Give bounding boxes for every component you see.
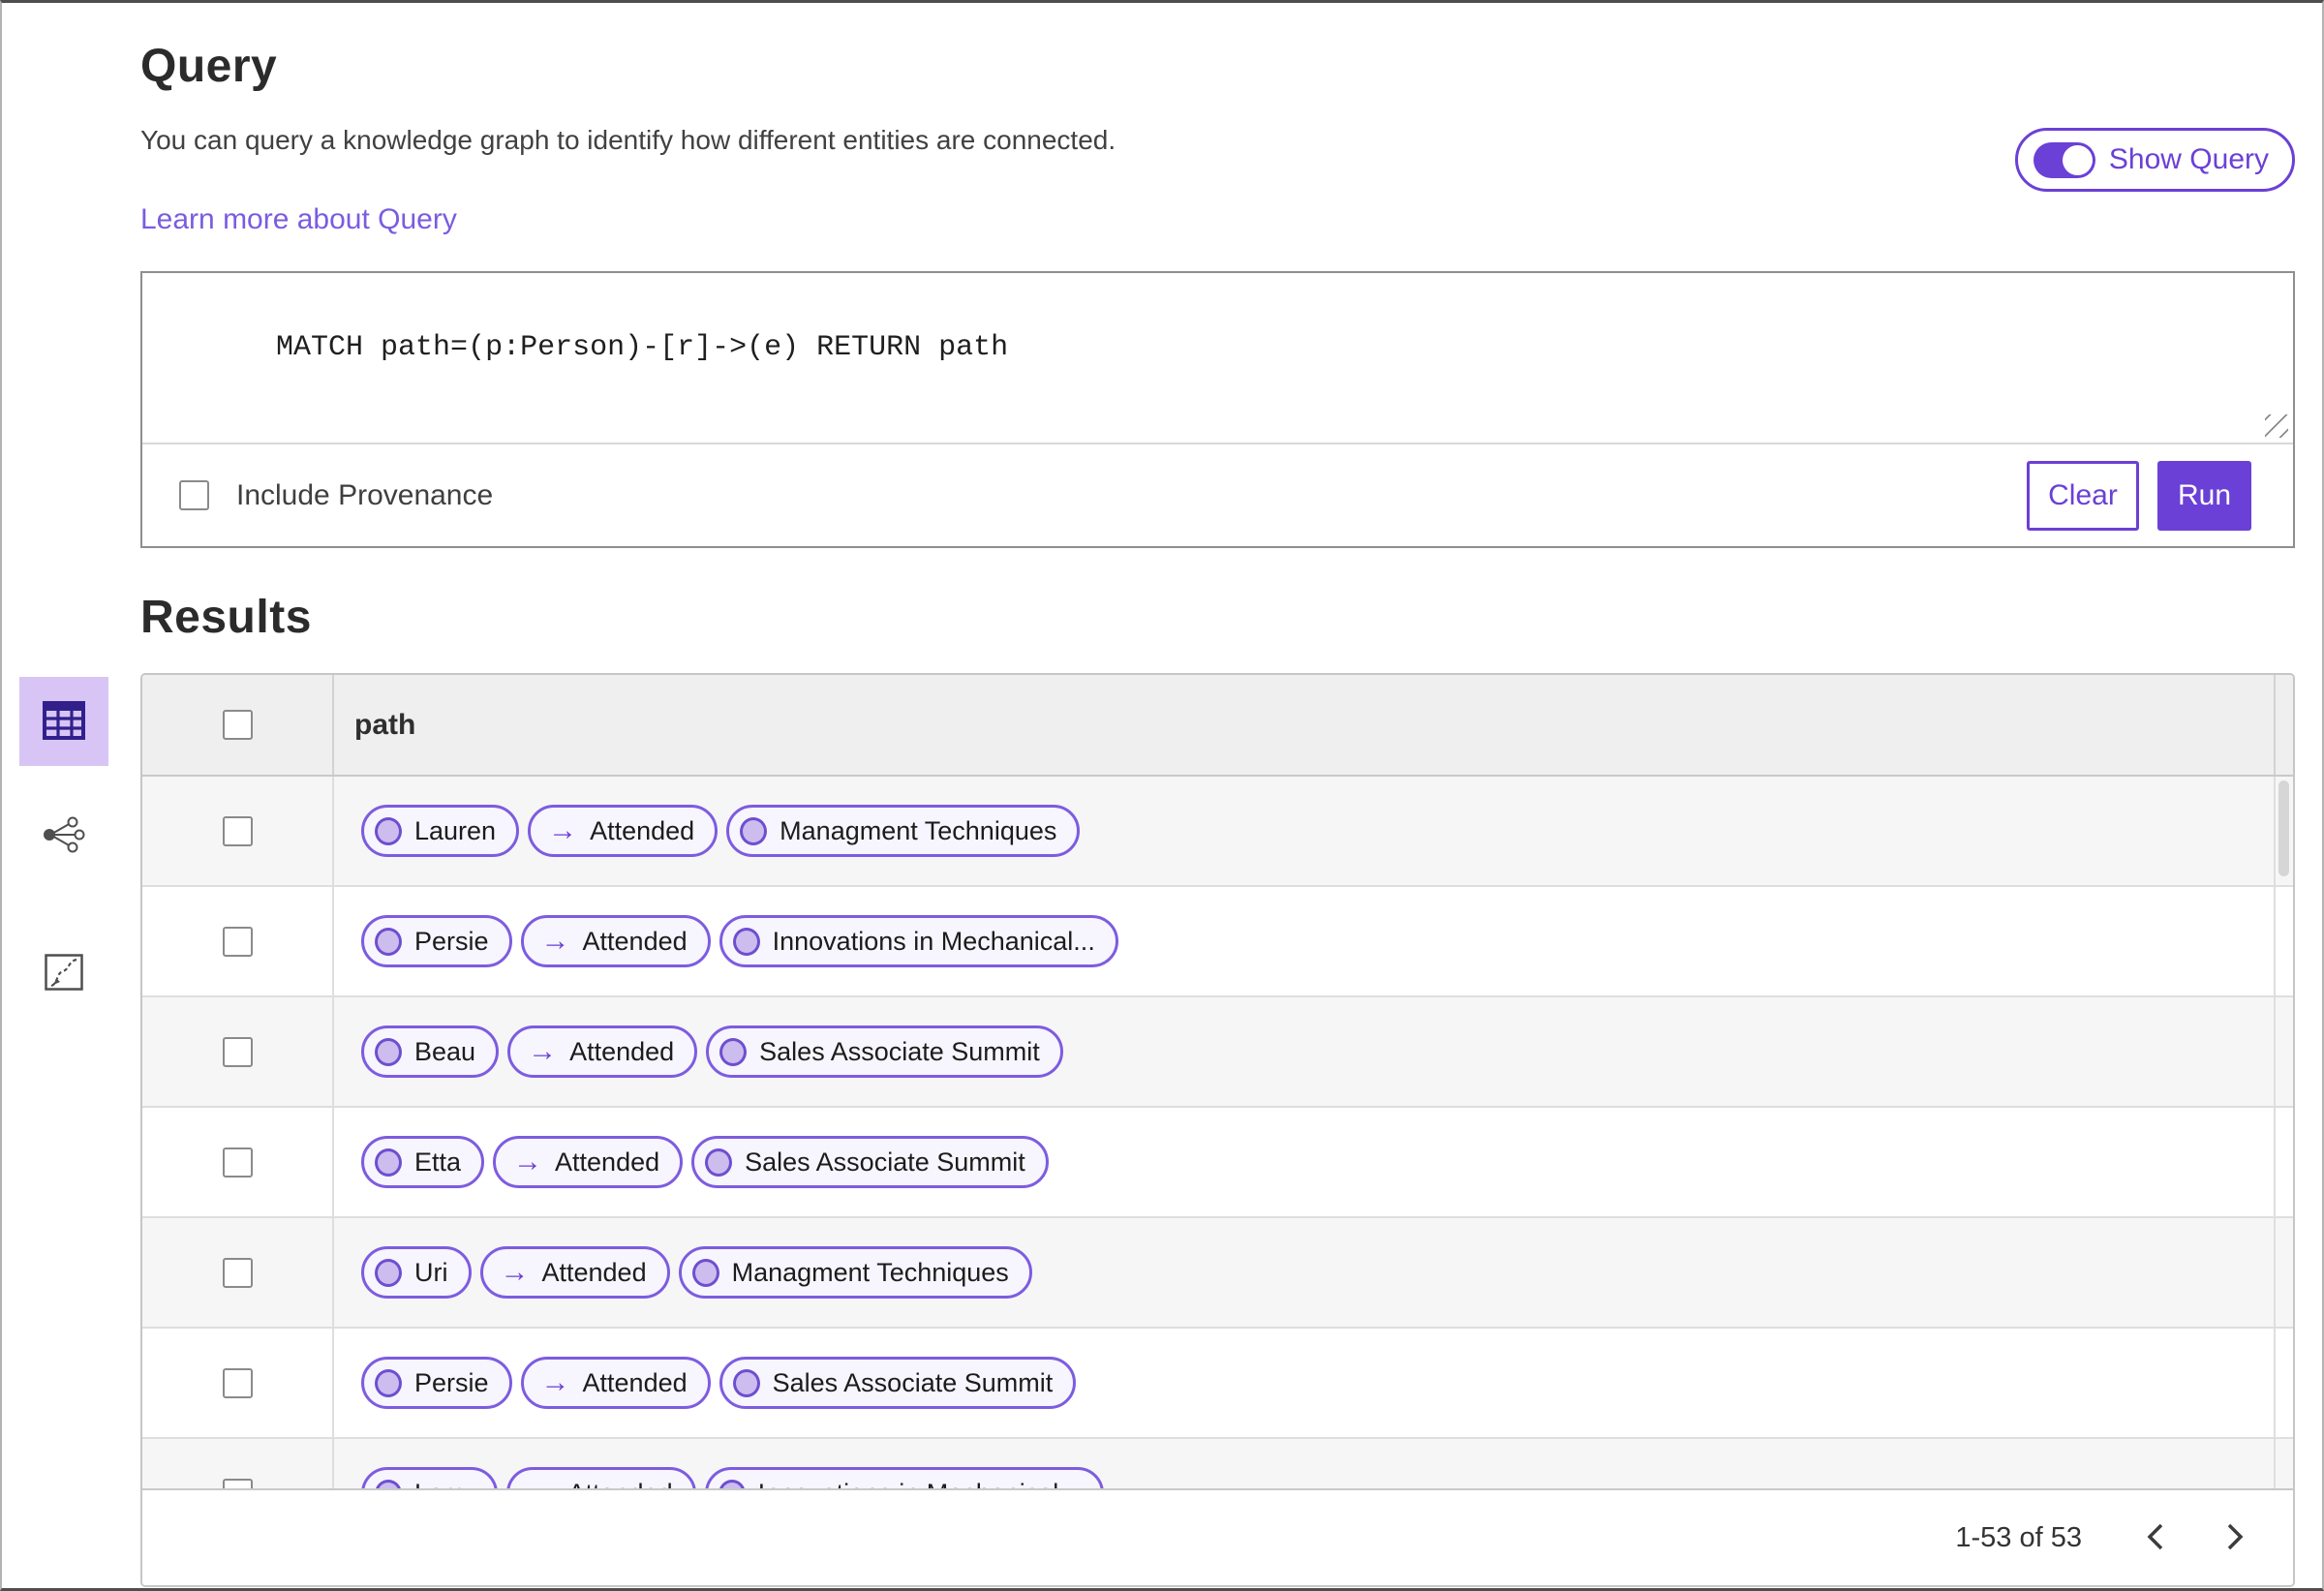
node-pill[interactable]: Larry [361,1467,498,1488]
header-row: You can query a knowledge graph to ident… [140,122,2295,192]
node-icon [375,1368,402,1397]
resize-handle[interactable] [2265,414,2288,438]
node-icon [375,1479,402,1488]
previous-page-button[interactable] [2136,1518,2175,1557]
node-pill[interactable]: Uri [361,1246,472,1299]
clear-button[interactable]: Clear [2027,460,2139,531]
arrow-right-icon: → [540,925,570,957]
node-icon [375,1147,402,1177]
chart-view-button[interactable] [19,929,108,1018]
node-icon [719,1037,748,1066]
pagination-range: 1-53 of 53 [1955,1521,2082,1553]
node-icon [740,816,768,845]
row-checkbox[interactable] [222,926,253,957]
arrow-right-icon: → [500,1256,530,1288]
table-body: Lauren → Attended Managment Techniques Pe… [142,777,2293,1488]
chevron-right-icon [2224,1521,2246,1555]
node-icon [375,927,402,956]
table-row: Persie → Attended Innovations in Mechanic… [142,887,2293,997]
table-row: Lauren → Attended Managment Techniques [142,777,2293,887]
query-page: Query You can query a knowledge graph to… [0,0,2324,1591]
query-panel: MATCH path=(p:Person)-[r]->(e) RETURN pa… [140,271,2295,548]
edge-pill[interactable]: →Attended [528,805,719,857]
node-pill[interactable]: Persie [361,1357,512,1409]
toggle-knob [2062,144,2093,175]
edge-pill[interactable]: →Attended [493,1136,684,1188]
graph-view-button[interactable] [19,791,108,880]
node-pill[interactable]: Innovations in Mechanical... [719,915,1118,967]
results-table: path Lauren → Attended Managment Techniqu… [140,673,2295,1587]
table-row: Persie → Attended Sales Associate Summit [142,1329,2293,1439]
run-button[interactable]: Run [2157,460,2251,531]
edge-pill[interactable]: →Attended [520,915,711,967]
arrow-right-icon: → [527,1479,556,1489]
edge-pill[interactable]: →Attended [479,1246,670,1299]
next-page-button[interactable] [2216,1518,2254,1557]
node-pill[interactable]: Sales Associate Summit [719,1357,1077,1409]
node-pill[interactable]: Managment Techniques [726,805,1081,857]
row-checkbox[interactable] [222,1367,253,1398]
include-provenance-label: Include Provenance [236,478,494,511]
arrow-right-icon: → [548,814,578,846]
scrollbar-thumb[interactable] [2278,780,2289,876]
node-icon [732,1368,760,1397]
node-pill[interactable]: Etta [361,1136,485,1188]
arrow-right-icon: → [513,1146,543,1178]
row-checkbox[interactable] [222,815,253,846]
view-mode-sidebar [2,673,140,1018]
table-scrollbar[interactable] [2274,777,2293,1488]
node-icon [691,1258,719,1287]
select-all-checkbox[interactable] [222,710,253,740]
arrow-right-icon: → [540,1366,570,1398]
column-header-path: path [354,708,416,741]
node-pill[interactable]: Sales Associate Summit [691,1136,1049,1188]
node-pill[interactable]: Managment Techniques [678,1246,1032,1299]
table-view-button[interactable] [19,677,108,766]
row-checkbox[interactable] [222,1147,253,1178]
node-icon [732,927,760,956]
chart-view-icon [45,953,83,994]
row-checkbox[interactable] [222,1478,253,1488]
edge-pill[interactable]: →Attended [507,1025,698,1078]
table-row: Beau → Attended Sales Associate Summit [142,997,2293,1108]
table-row: Larry →Attended Innovations in Mechanica… [142,1439,2293,1488]
pagination-bar: 1-53 of 53 [142,1488,2293,1585]
query-text: MATCH path=(p:Person)-[r]->(e) RETURN pa… [276,331,1009,364]
edge-pill[interactable]: →Attended [520,1357,711,1409]
query-panel-footer: Include Provenance Clear Run [142,443,2293,546]
node-icon [718,1479,746,1488]
results-section: path Lauren → Attended Managment Techniqu… [2,673,2322,1587]
table-row: Etta → Attended Sales Associate Summit [142,1108,2293,1218]
node-pill[interactable]: Innovations in Mechanical... [704,1467,1104,1488]
graph-view-icon [42,816,86,856]
scrollbar-header-gutter [2274,675,2293,775]
row-checkbox[interactable] [222,1036,253,1067]
query-editor[interactable]: MATCH path=(p:Person)-[r]->(e) RETURN pa… [142,273,2293,443]
show-query-label: Show Query [2108,143,2269,175]
learn-more-link[interactable]: Learn more about Query [140,203,457,236]
row-checkbox[interactable] [222,1257,253,1288]
include-provenance-checkbox[interactable] [179,480,209,510]
node-icon [705,1147,733,1177]
show-query-toggle[interactable]: Show Query [2014,128,2295,192]
chevron-left-icon [2145,1521,2166,1555]
page-description: You can query a knowledge graph to ident… [140,125,1116,155]
node-icon [375,1037,402,1066]
toggle-on-icon[interactable] [2033,141,2095,178]
table-view-icon [42,700,86,744]
table-header-row: path [142,675,2293,777]
node-pill[interactable]: Beau [361,1025,500,1078]
page-title: Query [140,41,278,92]
node-pill[interactable]: Lauren [361,805,520,857]
node-pill[interactable]: Persie [361,915,512,967]
node-icon [375,816,402,845]
edge-pill[interactable]: →Attended [505,1467,696,1489]
table-row: Uri → Attended Managment Techniques [142,1218,2293,1329]
arrow-right-icon: → [528,1035,558,1067]
node-icon [375,1258,402,1287]
node-pill[interactable]: Sales Associate Summit [706,1025,1063,1078]
results-title: Results [140,592,312,643]
